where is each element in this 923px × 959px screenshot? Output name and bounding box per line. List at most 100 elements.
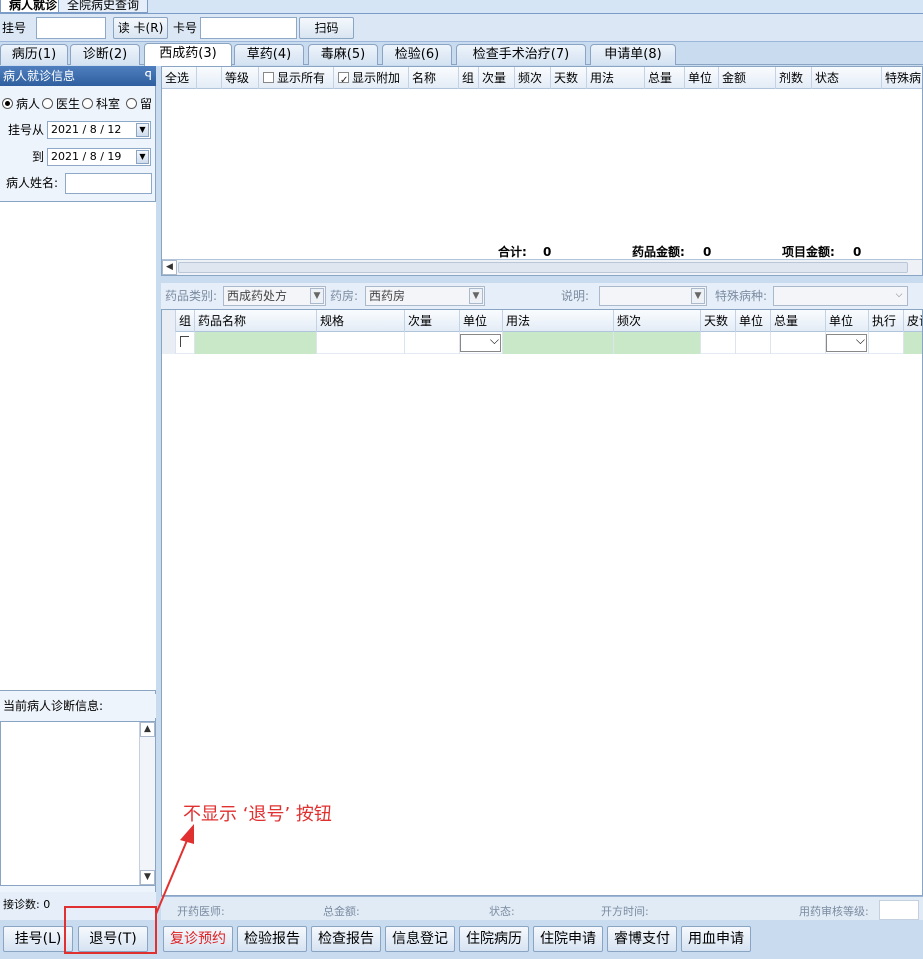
- annotation-highlight-box: [64, 906, 157, 954]
- col-dose-unit: 单位: [460, 310, 503, 332]
- horizontal-scrollbar[interactable]: ◀: [162, 259, 922, 275]
- reg-no-input[interactable]: [36, 17, 106, 39]
- col-total-unit: 单位: [826, 310, 869, 332]
- chevron-down-icon[interactable]: ▼: [136, 150, 149, 164]
- special-disease-select[interactable]: ⌵: [773, 286, 908, 306]
- dose-unit-select[interactable]: [460, 333, 501, 352]
- col-unit: 单位: [685, 67, 719, 89]
- chevron-down-icon[interactable]: ▼: [469, 288, 483, 304]
- pharmacy-value: 西药房: [369, 289, 406, 303]
- frequency-cell[interactable]: [614, 332, 701, 354]
- col-frequency: 频次: [515, 67, 551, 89]
- col-blank: [197, 67, 222, 89]
- tab-lab-test[interactable]: 检验(6): [382, 44, 452, 65]
- diagnosis-textarea[interactable]: ▲ ▼: [0, 721, 156, 886]
- tab-exam-surgery[interactable]: 检查手术治疗(7): [456, 44, 586, 65]
- info-register-button[interactable]: 信息登记: [385, 926, 455, 952]
- pharmacy-select[interactable]: 西药房 ▼: [365, 286, 485, 306]
- col-drug-name: 药品名称: [195, 310, 317, 332]
- window-tab-patient-visit[interactable]: 病人就诊: [0, 0, 67, 13]
- filter-doctor-label: 医生: [56, 97, 81, 111]
- spec-cell[interactable]: [317, 332, 405, 354]
- blood-request-button[interactable]: 用血申请: [681, 926, 751, 952]
- chevron-down-icon[interactable]: ▼: [691, 288, 705, 304]
- col-amount: 金额: [719, 67, 776, 89]
- follow-up-appointment-button[interactable]: 复诊预约: [163, 926, 233, 952]
- window-tab-history-query[interactable]: 全院病史查询: [58, 0, 149, 13]
- scroll-left-icon[interactable]: ◀: [162, 260, 177, 275]
- col-total: 总量: [645, 67, 685, 89]
- filter-patient-radio[interactable]: [2, 98, 13, 109]
- reg-from-label: 挂号从: [8, 123, 45, 137]
- tab-herbal[interactable]: 草药(4): [234, 44, 304, 65]
- drug-name-cell[interactable]: [195, 332, 317, 354]
- filter-dept-label: 科室: [96, 97, 121, 111]
- total-unit-select[interactable]: [826, 333, 867, 352]
- window-tab-strip: 病人就诊 全院病史查询: [0, 0, 923, 14]
- chevron-down-icon[interactable]: ▼: [310, 288, 324, 304]
- total-cell[interactable]: [771, 332, 826, 354]
- tab-western-medicine[interactable]: 西成药(3): [144, 43, 232, 66]
- skin-test-cell[interactable]: [904, 332, 922, 354]
- col-select-all[interactable]: 全选: [162, 67, 197, 89]
- col-special: 特殊病: [885, 71, 922, 85]
- tab-request-form[interactable]: 申请单(8): [590, 44, 676, 65]
- note-select[interactable]: ▼: [599, 286, 707, 306]
- register-button[interactable]: 挂号(L): [3, 926, 73, 952]
- col-usage: 用法: [503, 310, 614, 332]
- table-row[interactable]: [162, 332, 922, 354]
- execute-cell[interactable]: [869, 332, 904, 354]
- patient-list[interactable]: [0, 201, 156, 691]
- col-spec: 规格: [317, 310, 405, 332]
- drug-category-select[interactable]: 西成药处方 ▼: [223, 286, 326, 306]
- card-no-input[interactable]: [200, 17, 297, 39]
- drug-category-label: 药品类别:: [165, 289, 218, 303]
- audit-level-label: 用药审核等级:: [799, 905, 869, 918]
- chevron-down-icon[interactable]: ▼: [136, 123, 149, 137]
- lab-report-button[interactable]: 检验报告: [237, 926, 307, 952]
- group-cell[interactable]: [176, 332, 195, 354]
- col-show-all[interactable]: 显示所有: [259, 67, 334, 89]
- patient-name-input[interactable]: [65, 173, 152, 194]
- col-execute: 执行: [869, 310, 904, 332]
- inpatient-request-button[interactable]: 住院申请: [533, 926, 603, 952]
- tab-narcotic[interactable]: 毒麻(5): [308, 44, 378, 65]
- col-doses: 剂数: [776, 67, 812, 89]
- show-extra-checkbox[interactable]: [338, 70, 349, 89]
- audit-level-input[interactable]: [879, 900, 919, 920]
- usage-cell[interactable]: [503, 332, 614, 354]
- status-bar: 开药医师: 总金额: 状态: 开方时间: 用药审核等级:: [161, 896, 923, 922]
- filter-stay-radio[interactable]: [126, 98, 137, 109]
- filter-doctor-radio[interactable]: [42, 98, 53, 109]
- reg-to-date-picker[interactable]: 2021 / 8 / 19 ▼: [47, 148, 151, 166]
- col-frequency: 频次: [614, 310, 701, 332]
- scroll-up-icon[interactable]: ▲: [140, 722, 155, 737]
- module-tab-strip: 病历(1) 诊断(2) 西成药(3) 草药(4) 毒麻(5) 检验(6) 检查手…: [0, 42, 923, 66]
- filter-dept-radio[interactable]: [82, 98, 93, 109]
- scan-button[interactable]: 扫码: [299, 17, 354, 39]
- scroll-thumb[interactable]: [178, 262, 908, 273]
- drug-category-value: 西成药处方: [227, 289, 288, 303]
- col-show-extra[interactable]: 显示附加: [334, 67, 409, 89]
- inpatient-record-button[interactable]: 住院病历: [459, 926, 529, 952]
- show-all-checkbox[interactable]: [263, 72, 274, 83]
- dose-unit-cell[interactable]: [460, 332, 503, 354]
- col-dose: 次量: [405, 310, 460, 332]
- prescription-summary-grid[interactable]: 全选 等级 显示所有 显示附加 名称 组 次量 频次 天数 用法 总量 单位 金…: [161, 66, 923, 276]
- group-checkbox[interactable]: [180, 336, 189, 347]
- chevron-down-icon[interactable]: ⌵: [892, 288, 906, 304]
- read-card-button[interactable]: 读 卡(R): [113, 17, 168, 39]
- ruibo-pay-button[interactable]: 睿博支付: [607, 926, 677, 952]
- tab-medical-record[interactable]: 病历(1): [0, 44, 68, 65]
- days-unit-cell[interactable]: [736, 332, 771, 354]
- pin-icon[interactable]: ꟼ: [145, 66, 152, 86]
- col-total: 总量: [771, 310, 826, 332]
- col-days: 天数: [701, 310, 736, 332]
- days-cell[interactable]: [701, 332, 736, 354]
- tab-diagnosis[interactable]: 诊断(2): [70, 44, 140, 65]
- exam-report-button[interactable]: 检查报告: [311, 926, 381, 952]
- dose-cell[interactable]: [405, 332, 460, 354]
- total-unit-cell[interactable]: [826, 332, 869, 354]
- reg-from-date-picker[interactable]: 2021 / 8 / 12 ▼: [47, 121, 151, 139]
- col-status: 状态: [812, 67, 882, 89]
